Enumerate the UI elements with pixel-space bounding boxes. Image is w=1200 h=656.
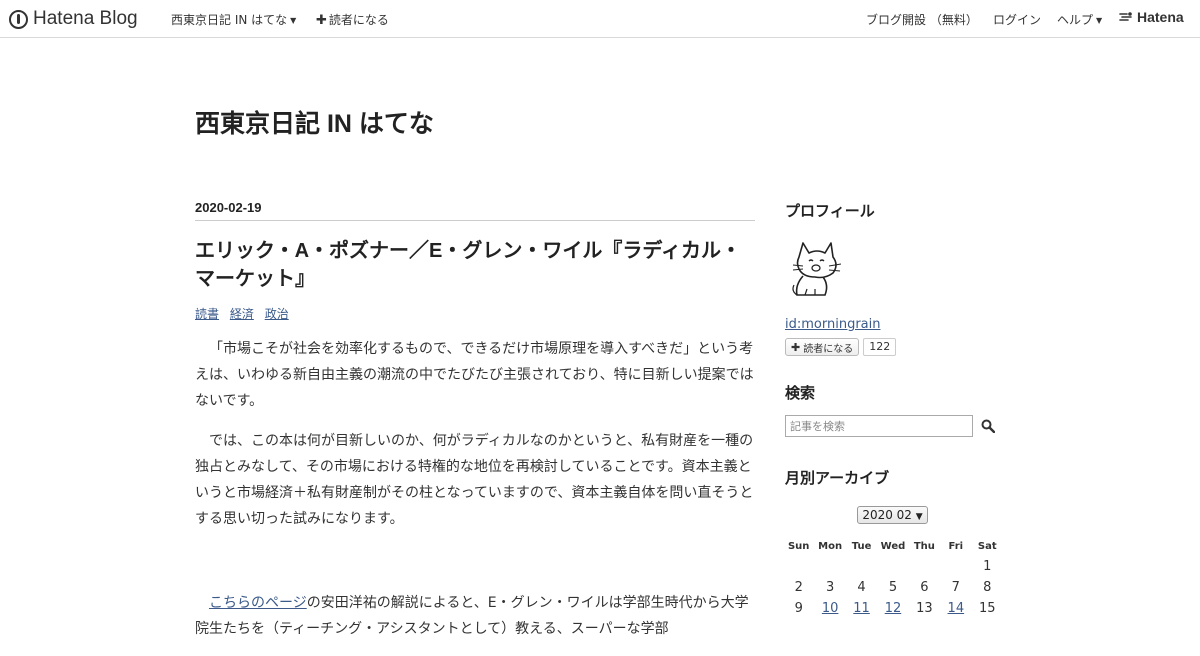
calendar-day: 9 — [794, 601, 803, 616]
calendar-day — [909, 556, 940, 577]
calendar-week-row: 1 — [783, 556, 1003, 577]
calendar-day: 15 — [978, 601, 996, 616]
entry-date[interactable]: 2020-02-19 — [195, 200, 755, 221]
entry-title[interactable]: エリック・A・ポズナー／E・グレン・ワイル『ラディカル・マーケット』 — [195, 237, 755, 293]
sidebar: プロフィール id:morningrain ✚ 読者になる 122 検索 記事を… — [785, 200, 1000, 619]
logo-text: Hatena Blog — [33, 8, 138, 29]
entry-paragraph: では、この本は何が目新しいのか、何がラディカルなのかというと、私有財産を一種の独… — [195, 433, 754, 527]
weekday-label: Sat — [977, 540, 997, 552]
calendar-day — [846, 556, 877, 577]
sidebar-subscribe-label: 読者になる — [803, 343, 854, 355]
calendar-body: 1 2 3 4 5 6 7 8 9 10 11 12 13 14 15 — [783, 556, 1003, 619]
search-row — [785, 415, 1000, 437]
entry-paragraph: こちらのページの安田洋祐の解説によると、E・グレン・ワイルは学部生時代から大学院… — [195, 590, 755, 642]
entry: 2020-02-19 エリック・A・ポズナー／E・グレン・ワイル『ラディカル・マ… — [195, 200, 755, 656]
subscribe-row: ✚ 読者になる 122 — [785, 338, 1000, 356]
help-label: ヘルプ — [1057, 13, 1094, 27]
weekday-label: Sun — [787, 540, 810, 552]
hatena-blog-logo[interactable]: Hatena Blog — [9, 7, 138, 31]
calendar-day: 6 — [920, 580, 929, 595]
archive-calendar: Sun Mon Tue Wed Thu Fri Sat 1 2 3 4 5 6 7 8 9 10 1… — [783, 536, 1003, 619]
open-blog-link[interactable]: ブログ開設 （無料） — [866, 11, 978, 28]
plus-icon: ✚ — [791, 340, 801, 354]
caret-down-icon: ▼ — [290, 16, 297, 25]
calendar-day[interactable]: 11 — [846, 598, 877, 619]
archive-select-wrap: 2020 02 ▼ — [785, 504, 1000, 524]
profile-title: プロフィール — [785, 203, 875, 220]
paragraph-spacer — [195, 546, 755, 590]
profile-module: プロフィール id:morningrain ✚ 読者になる 122 — [785, 200, 1000, 356]
category-link[interactable]: 読書 — [195, 307, 219, 321]
search-input[interactable] — [785, 415, 973, 437]
weekday-label: Thu — [913, 540, 935, 552]
calendar-day[interactable]: 10 — [814, 598, 845, 619]
calendar-day[interactable]: 14 — [940, 598, 971, 619]
profile-cat-avatar[interactable] — [785, 235, 845, 299]
calendar-day: 4 — [857, 580, 866, 595]
archive-module: 月別アーカイブ 2020 02 ▼ Sun Mon Tue Wed Thu Fr… — [785, 467, 1000, 619]
search-title: 検索 — [785, 385, 816, 402]
global-header: Hatena Blog 西東京日記 IN はてな ▼ ✚ 読者になる ブログ開設 （… — [0, 0, 1200, 38]
search-module: 検索 — [785, 382, 1000, 437]
blog-name-label: 西東京日記 IN はてな — [171, 13, 288, 27]
calendar-day: 1 — [983, 559, 992, 574]
weekday-label: Tue — [851, 540, 872, 552]
profile-id: id:morningrain — [785, 317, 1000, 332]
entry-paragraph: 「市場こそが社会を効率化するもので、できるだけ市場原理を導入すべきだ」という考え… — [195, 341, 754, 409]
calendar-day: 7 — [951, 580, 960, 595]
calendar-day: 5 — [888, 580, 898, 595]
header-subscribe-label: 読者になる — [328, 13, 389, 27]
weekday-label: Mon — [818, 540, 843, 552]
calendar-week-row: 2 3 4 5 6 7 8 — [783, 577, 1003, 598]
calendar-day: 8 — [983, 580, 992, 595]
profile-id-link[interactable]: id:morningrain — [785, 317, 880, 332]
blog-name-menu[interactable]: 西東京日記 IN はてな ▼ — [171, 11, 296, 28]
calendar-week-row: 9 10 11 12 13 14 15 — [783, 598, 1003, 619]
search-icon[interactable] — [981, 419, 995, 433]
calendar-day-link[interactable]: 11 — [853, 601, 870, 616]
sidebar-subscribe-button[interactable]: ✚ 読者になる — [785, 338, 860, 356]
calendar-day-link[interactable]: 12 — [885, 601, 902, 616]
weekday-label: Fri — [948, 540, 964, 552]
category-link[interactable]: 政治 — [265, 307, 289, 321]
archive-month-select[interactable]: 2020 02 ▼ — [857, 506, 928, 524]
calendar-day: 2 — [794, 580, 803, 595]
hatena-logo[interactable]: Hatena — [1119, 9, 1184, 25]
blog-title[interactable]: 西東京日記 IN はてな — [195, 104, 434, 140]
calendar-day — [940, 556, 971, 577]
calendar-day — [877, 556, 908, 577]
help-menu[interactable]: ヘルプ ▼ — [1057, 11, 1102, 28]
subscriber-count[interactable]: 122 — [863, 338, 897, 356]
weekday-label: Wed — [880, 540, 906, 552]
category-link[interactable]: 経済 — [230, 307, 254, 321]
hatena-blog-logo-icon — [9, 9, 28, 29]
archive-selected-value: 2020 02 — [862, 508, 912, 522]
calendar-day — [783, 556, 814, 577]
calendar-day: 13 — [916, 601, 933, 616]
calendar-day-link[interactable]: 14 — [948, 601, 965, 616]
caret-down-icon: ▼ — [1096, 16, 1103, 25]
calendar-day: 3 — [825, 580, 835, 595]
commentary-page-link[interactable]: こちらのページ — [209, 595, 307, 611]
archive-title: 月別アーカイブ — [785, 470, 890, 487]
dropdown-arrow-icon: ▼ — [915, 512, 923, 522]
entry-categories: 読書 経済 政治 — [195, 305, 755, 322]
calendar-day[interactable]: 12 — [877, 598, 908, 619]
login-link[interactable]: ログイン — [993, 11, 1041, 28]
hatena-bird-icon — [1119, 12, 1132, 21]
calendar-day-link[interactable]: 10 — [822, 601, 839, 616]
calendar-weekday-row: Sun Mon Tue Wed Thu Fri Sat — [783, 536, 1003, 556]
plus-icon: ✚ — [316, 13, 327, 28]
header-subscribe-button[interactable]: ✚ 読者になる — [316, 11, 389, 28]
entry-body: 「市場こそが社会を効率化するもので、できるだけ市場原理を導入すべきだ」という考え… — [195, 336, 755, 642]
hatena-logo-text: Hatena — [1137, 9, 1184, 25]
calendar-day — [814, 556, 845, 577]
